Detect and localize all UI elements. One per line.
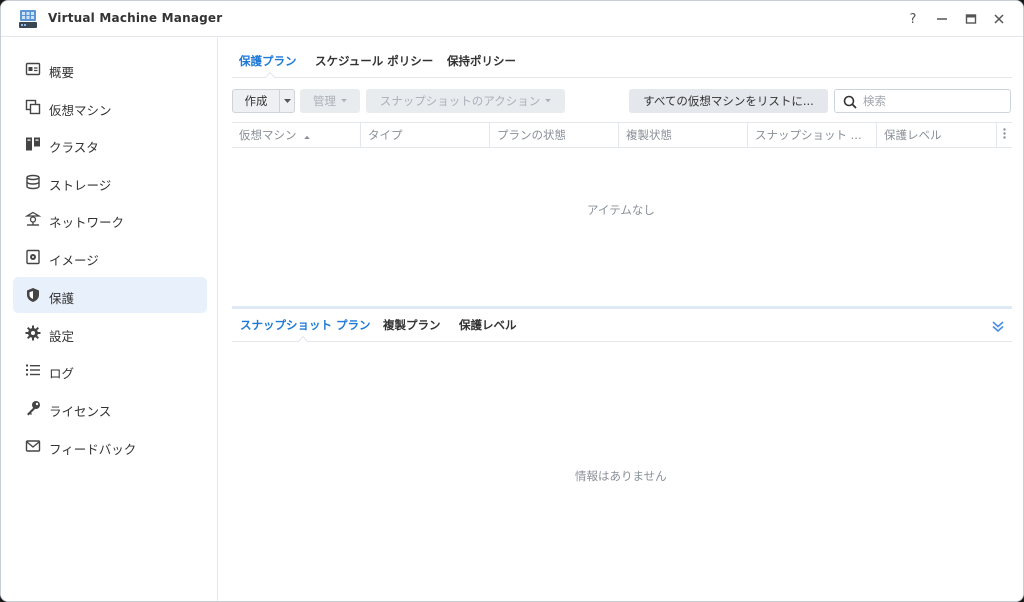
manage-button[interactable]: 管理 xyxy=(300,89,360,113)
chevron-down-icon xyxy=(341,99,347,103)
virtual-machine-icon xyxy=(25,99,41,115)
column-header-label: 複製状態 xyxy=(626,128,672,142)
column-header-snapshot[interactable]: スナップショット ... xyxy=(748,123,877,148)
sort-ascending-icon xyxy=(304,135,310,139)
main-panel: 保護プラン スケジュール ポリシー 保持ポリシー 作成 管理 スナップショットの… xyxy=(219,38,1023,601)
tab-replication-plan[interactable]: 複製プラン xyxy=(383,317,441,333)
close-icon xyxy=(994,14,1004,24)
storage-icon xyxy=(26,174,40,190)
help-icon: ? xyxy=(909,11,917,27)
active-tab-caret-icon xyxy=(298,336,308,342)
tab-schedule-policy[interactable]: スケジュール ポリシー xyxy=(315,53,433,69)
sidebar-item-label: ストレージ xyxy=(49,178,112,193)
sidebar-item-protection[interactable]: 保護 xyxy=(13,277,207,313)
column-header-label: 仮想マシン xyxy=(239,128,297,142)
maximize-icon xyxy=(965,14,977,24)
list-all-vms-label: すべての仮想マシンをリストに... xyxy=(643,94,814,108)
active-tab-caret-icon xyxy=(265,72,275,78)
sidebar: 概要 仮想マシン クラスタ ストレージ ネットワーク イメージ 保護 設定 ログ… xyxy=(1,38,218,601)
close-button[interactable] xyxy=(990,10,1008,28)
sidebar-item-label: フィードバック xyxy=(49,442,137,457)
grid-header: 仮想マシン タイプ プランの状態 複製状態 スナップショット ... 保護レベル xyxy=(232,122,1012,148)
vmm-app-icon xyxy=(19,10,37,28)
column-header-type[interactable]: タイプ xyxy=(361,123,490,148)
network-icon xyxy=(25,211,41,226)
column-header-label: スナップショット ... xyxy=(755,128,862,142)
chevron-down-icon xyxy=(545,99,552,103)
sidebar-item-log[interactable]: ログ xyxy=(13,352,207,388)
snapshot-actions-button[interactable]: スナップショットのアクション xyxy=(366,89,565,113)
image-icon xyxy=(26,249,40,265)
sidebar-item-settings[interactable]: 設定 xyxy=(13,315,207,351)
collapse-panel-icon[interactable] xyxy=(991,319,1005,333)
sidebar-item-label: 設定 xyxy=(49,329,75,344)
sidebar-item-label: ネットワーク xyxy=(49,215,125,230)
grid-empty-message: アイテムなし xyxy=(587,203,655,217)
column-header-label: タイプ xyxy=(368,128,403,142)
app-window: Virtual Machine Manager ? 概要 仮想マシン クラスタ xyxy=(0,0,1024,602)
manage-button-label: 管理 xyxy=(313,94,336,108)
title-bar: Virtual Machine Manager ? xyxy=(1,1,1023,37)
column-menu-button[interactable] xyxy=(997,123,1012,148)
gear-icon xyxy=(25,325,41,341)
chevron-down-icon xyxy=(283,98,291,103)
sidebar-item-overview[interactable]: 概要 xyxy=(13,51,207,87)
search-input[interactable] xyxy=(863,93,1003,109)
sidebar-item-label: イメージ xyxy=(49,253,99,268)
sidebar-item-label: クラスタ xyxy=(49,140,99,155)
column-header-label: プランの状態 xyxy=(497,128,566,142)
create-dropdown-button[interactable] xyxy=(280,89,295,113)
overview-icon xyxy=(25,62,41,76)
minimize-button[interactable] xyxy=(933,10,951,28)
column-header-plan-status[interactable]: プランの状態 xyxy=(490,123,619,148)
sidebar-item-feedback[interactable]: フィードバック xyxy=(13,428,207,464)
tab-retention-policy[interactable]: 保持ポリシー xyxy=(447,53,516,69)
column-header-protection-level[interactable]: 保護レベル xyxy=(877,123,997,148)
create-button[interactable]: 作成 xyxy=(232,89,280,113)
bottom-tab-bar: スナップショット プラン 複製プラン 保護レベル xyxy=(232,302,1012,342)
sidebar-item-label: ログ xyxy=(49,366,75,381)
list-all-vms-button[interactable]: すべての仮想マシンをリストに... xyxy=(629,89,828,113)
column-header-replication-status[interactable]: 複製状態 xyxy=(619,123,748,148)
shield-icon xyxy=(27,288,39,302)
sidebar-item-label: 概要 xyxy=(49,65,75,80)
tab-snapshot-plan[interactable]: スナップショット プラン xyxy=(240,317,371,333)
sidebar-item-label: 保護 xyxy=(49,291,75,306)
mail-icon xyxy=(25,440,41,452)
column-header-label: 保護レベル xyxy=(884,128,942,142)
sidebar-item-image[interactable]: イメージ xyxy=(13,239,207,275)
search-icon xyxy=(843,95,857,109)
app-title: Virtual Machine Manager xyxy=(48,11,223,25)
minimize-icon xyxy=(937,18,947,20)
key-icon xyxy=(27,401,40,416)
top-tab-bar: 保護プラン スケジュール ポリシー 保持ポリシー xyxy=(232,38,1012,78)
column-header-vm[interactable]: 仮想マシン xyxy=(232,123,361,148)
sidebar-item-storage[interactable]: ストレージ xyxy=(13,164,207,200)
snapshot-actions-label: スナップショットのアクション xyxy=(379,94,541,108)
sidebar-item-virtual-machines[interactable]: 仮想マシン xyxy=(13,89,207,125)
sidebar-item-label: ライセンス xyxy=(49,404,112,419)
log-icon xyxy=(26,364,40,376)
more-vertical-icon xyxy=(1003,128,1006,139)
sidebar-item-network[interactable]: ネットワーク xyxy=(13,201,207,237)
detail-empty-message: 情報はありません xyxy=(575,469,667,483)
tab-protection-level[interactable]: 保護レベル xyxy=(459,317,517,333)
sidebar-item-cluster[interactable]: クラスタ xyxy=(13,126,207,162)
cluster-icon xyxy=(26,137,40,151)
tab-protection-plan[interactable]: 保護プラン xyxy=(239,53,297,69)
sidebar-item-label: 仮想マシン xyxy=(49,103,112,118)
maximize-button[interactable] xyxy=(962,10,980,28)
create-button-label: 作成 xyxy=(244,94,268,108)
search-box xyxy=(834,89,1011,113)
help-button[interactable]: ? xyxy=(904,10,922,28)
sidebar-item-license[interactable]: ライセンス xyxy=(13,390,207,426)
